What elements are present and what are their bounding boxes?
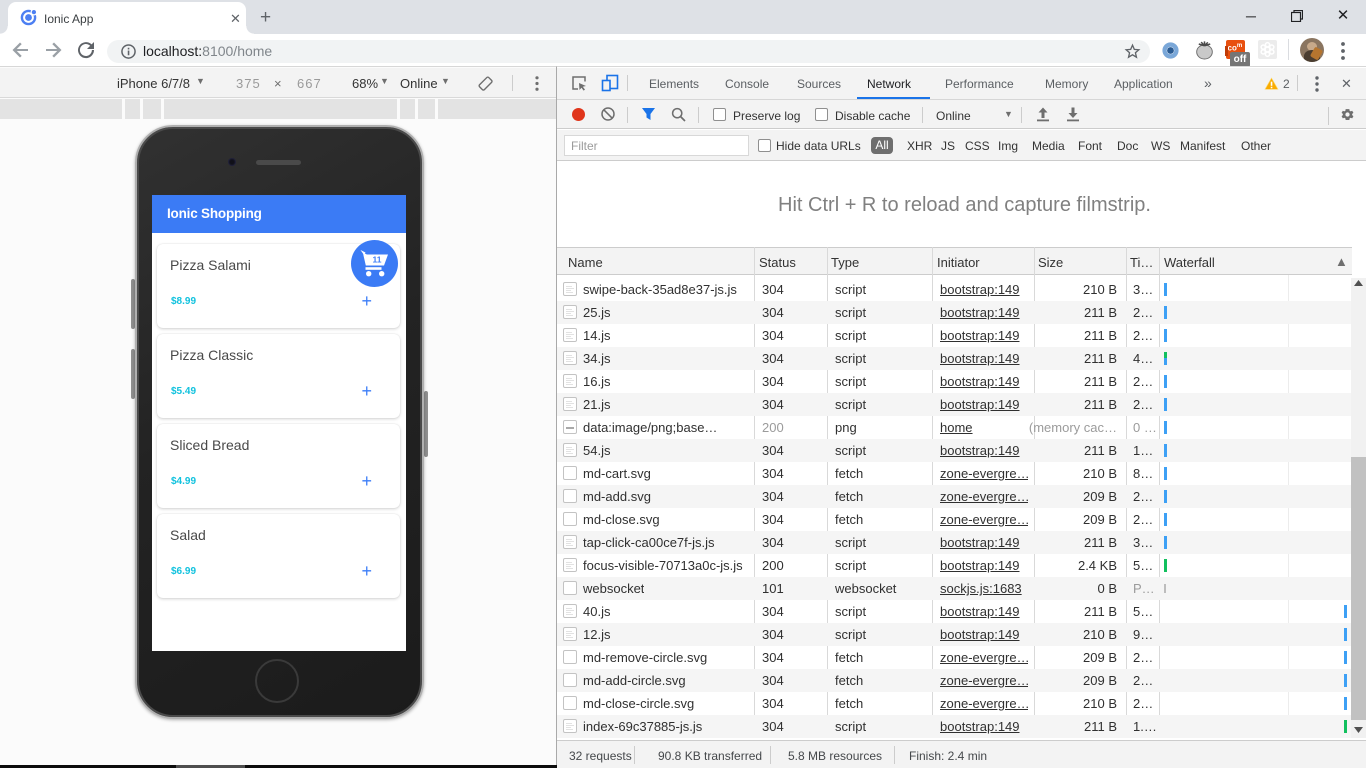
svg-text:11: 11 <box>373 254 382 264</box>
